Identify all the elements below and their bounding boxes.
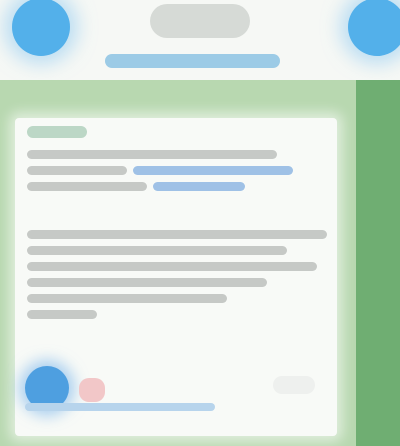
inline-link[interactable] <box>153 182 245 191</box>
card-header-tag <box>27 126 87 138</box>
right-side-panel[interactable] <box>356 80 400 446</box>
left-round-button[interactable] <box>12 0 70 56</box>
right-round-button[interactable] <box>348 0 400 56</box>
text-line <box>27 278 267 287</box>
page-subtitle[interactable] <box>105 54 280 68</box>
reaction-row <box>25 358 327 418</box>
text-line <box>27 294 227 303</box>
timestamp-badge <box>273 376 315 394</box>
text-line <box>27 310 97 319</box>
reaction-icon[interactable] <box>79 378 105 402</box>
footer-link[interactable] <box>25 403 215 411</box>
top-bar <box>0 0 400 80</box>
text-line <box>27 166 127 175</box>
text-line <box>27 150 277 159</box>
text-line <box>27 230 327 239</box>
page-title <box>150 4 250 38</box>
text-line <box>27 262 317 271</box>
message-card <box>15 118 337 436</box>
text-line <box>27 246 287 255</box>
inline-link[interactable] <box>133 166 293 175</box>
text-line <box>27 182 147 191</box>
